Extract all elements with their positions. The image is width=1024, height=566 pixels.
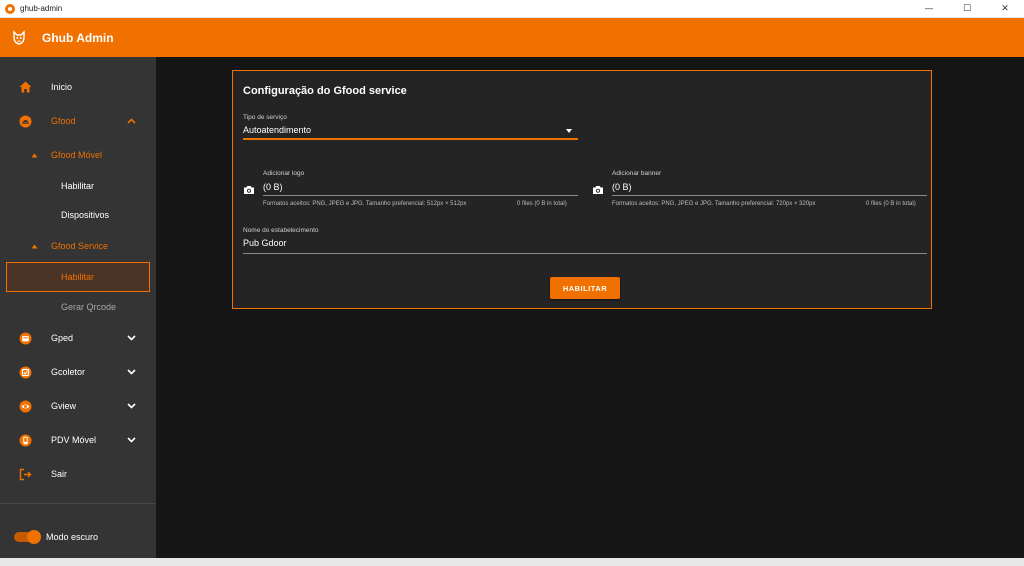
app-title: Ghub Admin	[42, 30, 114, 45]
dropdown-arrow-icon[interactable]	[566, 129, 572, 133]
maximize-button[interactable]: ☐	[948, 0, 986, 18]
caret-up-icon	[30, 242, 38, 250]
sidebar-item-label: Gped	[51, 333, 74, 343]
logo-file-count: 0 files (0 B in total)	[517, 201, 567, 207]
sidebar-item-label: Habilitar	[61, 181, 95, 191]
banner-file-input[interactable]: (0 B)	[612, 182, 632, 192]
sidebar-item-label: PDV Móvel	[51, 435, 97, 445]
dark-mode-label: Modo escuro	[46, 532, 99, 542]
sidebar-item-label: Dispositivos	[61, 210, 110, 220]
sidebar-item-sair[interactable]: Sair	[0, 459, 156, 489]
pdv-icon	[18, 433, 32, 447]
banner-label: Adicionar banner	[612, 170, 662, 177]
sidebar-item-label: Gfood Service	[51, 241, 109, 251]
sidebar-item-label: Inicio	[51, 82, 73, 92]
sidebar-item-gfood-service[interactable]: Gfood Service	[0, 231, 156, 261]
home-icon	[18, 80, 32, 94]
gfood-icon	[18, 114, 32, 128]
window-controls: — ☐ ✕	[910, 0, 1024, 18]
sidebar-item-inicio[interactable]: Inicio	[0, 72, 156, 102]
app-icon	[5, 3, 15, 14]
sidebar-item-gerar-qrcode[interactable]: Gerar Qrcode	[0, 292, 156, 322]
sidebar-item-gcoletor[interactable]: Gcoletor	[0, 357, 156, 387]
gfood-service-config-panel: Configuração do Gfood service Tipo de se…	[232, 70, 932, 309]
sidebar-item-dispositivos[interactable]: Dispositivos	[0, 200, 156, 230]
establishment-underline	[243, 253, 927, 254]
banner-file-count: 0 files (0 B in total)	[866, 201, 916, 207]
caret-up-icon	[30, 151, 38, 159]
establishment-label: Nome do estabelecimento	[243, 227, 319, 234]
sidebar-item-pdv-movel[interactable]: PDV Móvel	[0, 425, 156, 455]
banner-helper-text: Formatos aceitos: PNG, JPEG e JPG. Taman…	[612, 201, 816, 207]
sidebar-item-label: Gfood Móvel	[51, 150, 103, 160]
gview-icon	[18, 399, 32, 413]
sidebar-item-gfood-movel[interactable]: Gfood Móvel	[0, 140, 156, 170]
logout-icon	[18, 467, 32, 481]
chevron-down-icon	[126, 367, 136, 377]
sidebar: Inicio Gfood Gfood Móvel Habilitar Dispo…	[0, 57, 156, 558]
dark-mode-switch[interactable]: Modo escuro	[14, 529, 98, 545]
window-bottom-edge	[0, 558, 1024, 566]
sidebar-item-habilitar-service[interactable]: Habilitar	[6, 262, 150, 292]
gcoletor-icon	[18, 365, 32, 379]
sidebar-item-gfood[interactable]: Gfood	[0, 106, 156, 136]
close-button[interactable]: ✕	[986, 0, 1024, 18]
chevron-up-icon	[126, 116, 136, 126]
sidebar-item-gped[interactable]: Gped	[0, 323, 156, 353]
sidebar-item-label: Sair	[51, 469, 68, 479]
sidebar-item-label: Gview	[51, 401, 77, 411]
window-titlebar: ghub-admin — ☐ ✕	[0, 0, 1024, 18]
sidebar-item-label: Gcoletor	[51, 367, 86, 377]
app-header: Ghub Admin	[0, 18, 1024, 57]
logo-underline	[263, 195, 578, 196]
habilitar-button[interactable]: HABILITAR	[550, 277, 620, 299]
service-type-underline	[243, 138, 578, 140]
service-type-label: Tipo de serviço	[243, 114, 287, 121]
establishment-name-input[interactable]: Pub Gdoor	[243, 238, 287, 248]
page-title: Configuração do Gfood service	[243, 85, 407, 97]
sidebar-item-label: Gfood	[51, 116, 76, 126]
sidebar-item-label: Gerar Qrcode	[61, 302, 117, 312]
minimize-button[interactable]: —	[910, 0, 948, 18]
sidebar-item-gview[interactable]: Gview	[0, 391, 156, 421]
window-title: ghub-admin	[20, 4, 63, 13]
chevron-down-icon	[126, 401, 136, 411]
ghub-logo-icon	[10, 29, 28, 47]
chevron-down-icon	[126, 333, 136, 343]
sidebar-divider	[0, 503, 156, 504]
gped-icon	[18, 331, 32, 345]
logo-label: Adicionar logo	[263, 170, 305, 177]
sidebar-item-habilitar-movel[interactable]: Habilitar	[0, 171, 156, 201]
dark-mode-toggle[interactable]	[14, 530, 41, 544]
logo-helper-text: Formatos aceitos: PNG, JPEG e JPG. Taman…	[263, 201, 467, 207]
chevron-down-icon	[126, 435, 136, 445]
camera-icon[interactable]	[243, 182, 255, 194]
sidebar-item-label: Habilitar	[61, 272, 95, 282]
camera-icon[interactable]	[592, 182, 604, 194]
banner-underline	[612, 195, 927, 196]
service-type-select[interactable]: Autoatendimento	[243, 125, 311, 135]
logo-file-input[interactable]: (0 B)	[263, 182, 283, 192]
